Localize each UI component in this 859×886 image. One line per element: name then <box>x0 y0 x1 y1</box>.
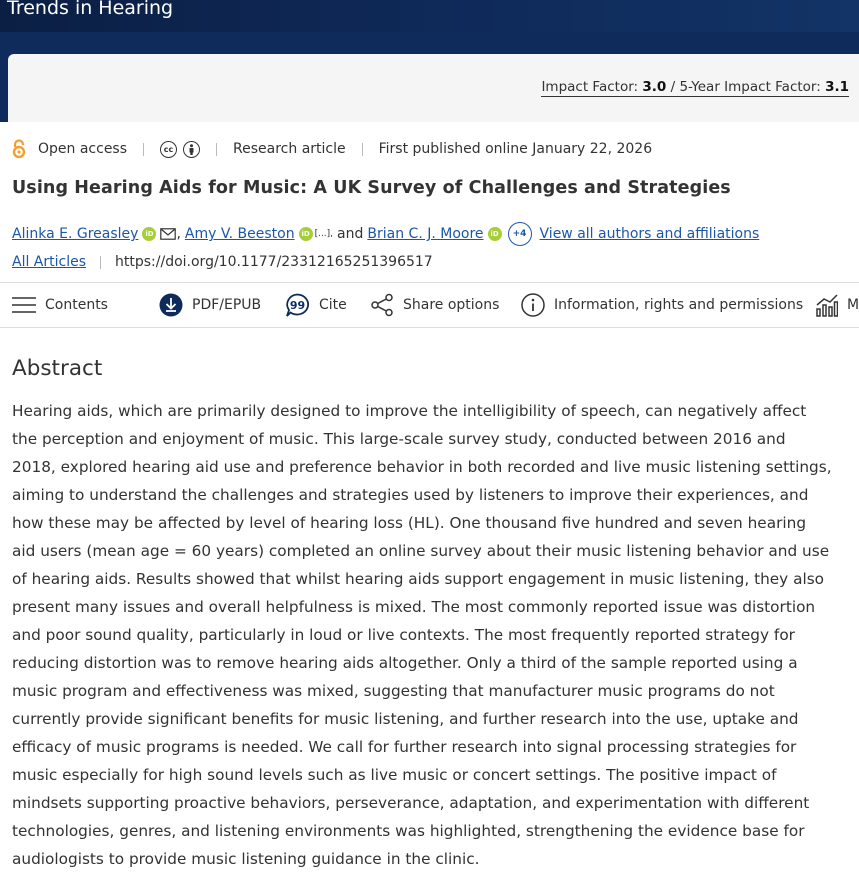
author-link-moore[interactable]: Brian C. J. Moore <box>367 226 483 242</box>
cite-button[interactable]: 99 Cite <box>285 283 347 327</box>
metrics-button[interactable]: M <box>816 283 859 327</box>
more-authors-button[interactable]: +4 <box>507 222 532 246</box>
article-toolbar: Contents PDF/EPUB 99 Cite Share options <box>0 282 859 328</box>
download-icon <box>159 293 183 317</box>
authors-ellipsis[interactable]: [...], <box>315 229 333 239</box>
information-button[interactable]: Information, rights and permissions <box>521 283 803 327</box>
article-meta: Open access cc Research article First pu… <box>12 138 652 160</box>
metrics-icon <box>816 294 838 317</box>
author-list: Alinka E. Greasley iD , Amy V. Beeston i… <box>12 222 759 246</box>
share-icon <box>371 293 393 317</box>
article-links: All Articles https://doi.org/10.1177/233… <box>12 254 433 270</box>
pdf-epub-label: PDF/EPUB <box>192 297 262 313</box>
metrics-label: M <box>847 297 859 313</box>
view-all-authors-link[interactable]: View all authors and affiliations <box>540 226 760 242</box>
cite-label: Cite <box>319 297 347 313</box>
authors-and: and <box>337 226 364 242</box>
open-access-icon <box>12 139 26 159</box>
creative-commons-icon: cc <box>160 140 178 158</box>
svg-text:99: 99 <box>290 299 305 312</box>
abstract-heading: Abstract <box>12 356 103 381</box>
impact-divider: / <box>666 79 680 95</box>
author-link-greasley[interactable]: Alinka E. Greasley <box>12 226 138 242</box>
divider <box>361 142 363 156</box>
divider <box>100 255 102 269</box>
quote-icon: 99 <box>286 293 309 317</box>
author-link-beeston[interactable]: Amy V. Beeston <box>185 226 295 242</box>
license-link[interactable]: cc <box>160 140 201 158</box>
doi-link[interactable]: https://doi.org/10.1177/2331216525139651… <box>115 254 433 270</box>
article-type: Research article <box>233 141 346 157</box>
all-articles-link[interactable]: All Articles <box>12 254 86 270</box>
information-label: Information, rights and permissions <box>554 297 804 313</box>
email-icon[interactable] <box>160 228 177 240</box>
menu-icon <box>12 297 36 313</box>
five-year-impact-label: 5-Year Impact Factor: <box>679 79 826 95</box>
impact-value: 3.0 <box>642 79 667 95</box>
divider <box>216 142 218 156</box>
pdf-epub-button[interactable]: PDF/EPUB <box>159 283 261 327</box>
publication-date: First published online January 22, 2026 <box>378 141 653 157</box>
share-options-button[interactable]: Share options <box>370 283 499 327</box>
author-separator: , <box>176 226 181 242</box>
article-title: Using Hearing Aids for Music: A UK Surve… <box>12 178 731 198</box>
orcid-icon[interactable]: iD <box>142 227 157 241</box>
share-options-label: Share options <box>403 297 500 313</box>
attribution-icon <box>183 140 201 158</box>
five-year-impact-value: 3.1 <box>825 79 849 95</box>
impact-label: Impact Factor: <box>541 79 643 95</box>
info-icon <box>521 293 545 317</box>
divider <box>143 142 145 156</box>
open-access-label: Open access <box>38 141 128 157</box>
abstract-text: Hearing aids, which are primarily design… <box>12 402 832 868</box>
contents-button[interactable]: Contents <box>12 283 108 327</box>
contents-label: Contents <box>45 297 108 313</box>
impact-factor-link[interactable]: Impact Factor: 3.0 / 5-Year Impact Facto… <box>541 79 849 97</box>
journal-title[interactable]: Trends in Hearing <box>7 0 173 19</box>
journal-banner: Trends in Hearing <box>0 0 859 32</box>
orcid-icon[interactable]: iD <box>487 227 502 241</box>
orcid-icon[interactable]: iD <box>298 227 313 241</box>
